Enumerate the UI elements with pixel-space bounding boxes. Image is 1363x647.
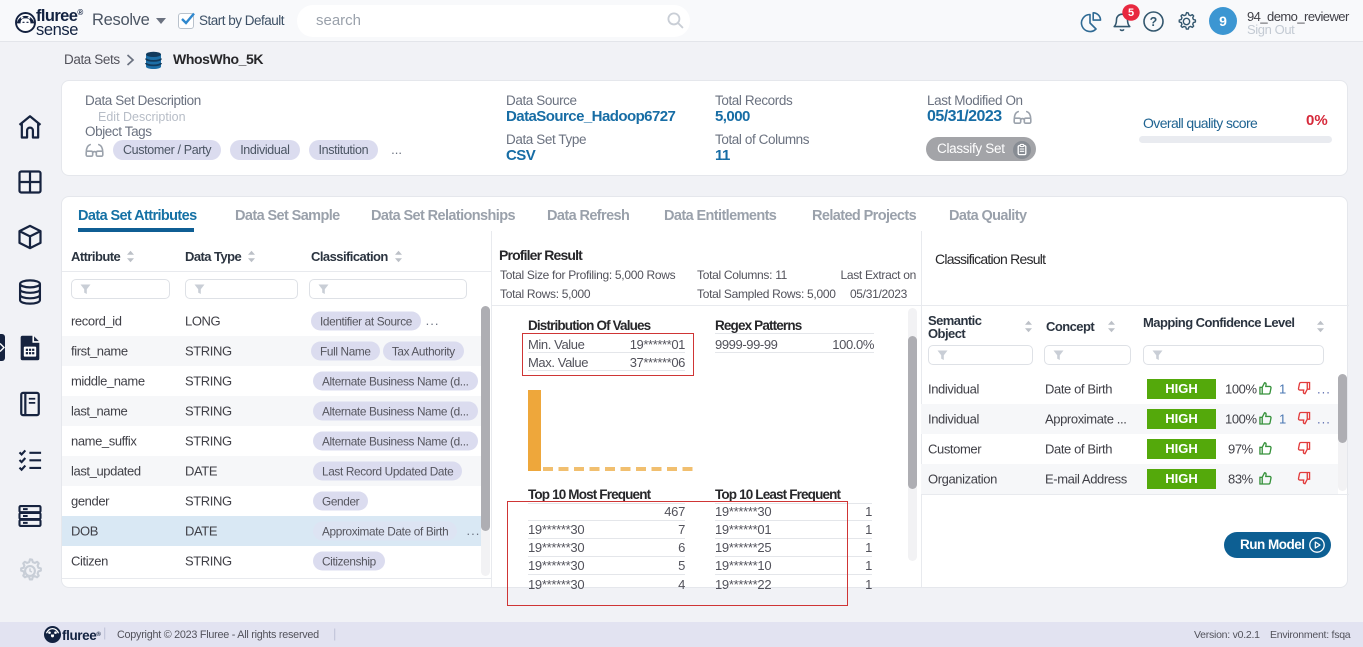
svg-text:?: ? bbox=[1150, 15, 1158, 29]
svg-text:5: 5 bbox=[1128, 7, 1134, 19]
